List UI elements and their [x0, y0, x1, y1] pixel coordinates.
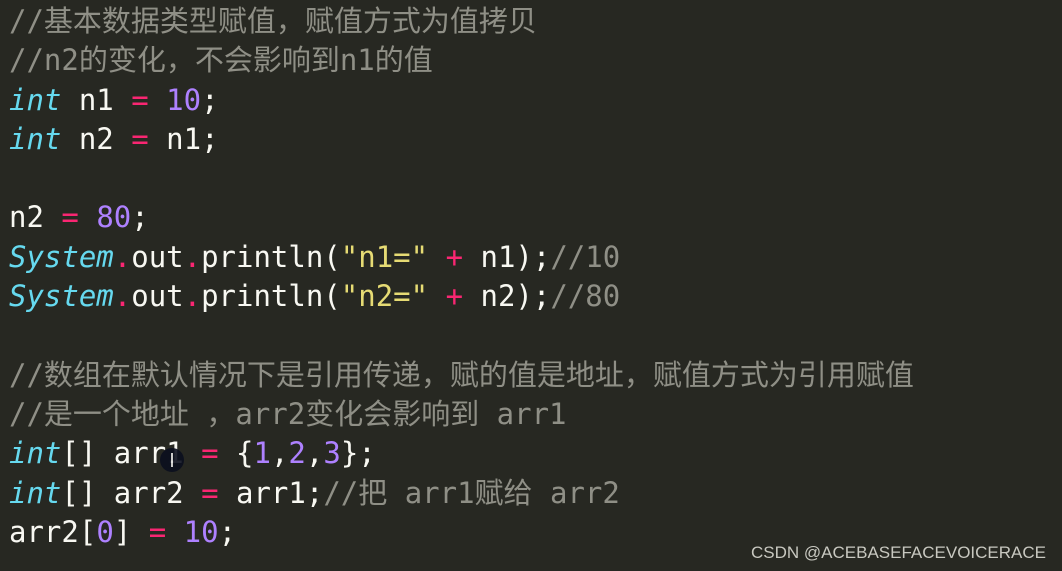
token-code-text: [79, 200, 96, 234]
token-keyword: int: [9, 475, 62, 510]
token-code-text: n1: [61, 82, 132, 117]
token-code-text: out: [131, 239, 184, 274]
token-operator: .: [183, 279, 202, 314]
token-code-text: [149, 83, 166, 117]
token-number: 1: [253, 436, 271, 471]
token-number: 2: [288, 436, 306, 471]
token-code-text: println(: [201, 239, 341, 274]
code-line[interactable]: System.out.println("n2=" + n2);//80: [9, 277, 914, 316]
token-operator: =: [148, 514, 167, 549]
token-number: 10: [183, 514, 219, 549]
token-string: "n2=": [340, 279, 429, 314]
token-code-text: n2);: [463, 279, 551, 314]
token-code-text: println(: [201, 279, 341, 314]
token-comment: //数组在默认情况下是引用传递，赋的值是地址，赋值方式为引用赋值: [9, 357, 914, 392]
token-operator: =: [201, 475, 219, 510]
token-keyword: System: [9, 239, 114, 274]
code-line[interactable]: int[] arr2 = arr1;//把 arr1赋给 arr2: [9, 474, 914, 513]
token-code-text: ,: [270, 436, 289, 471]
token-operator: +: [445, 279, 464, 314]
mouse-cursor-icon: [160, 448, 184, 472]
code-line[interactable]: int n2 = n1;: [9, 120, 914, 159]
token-operator: =: [131, 82, 149, 117]
token-keyword: int: [9, 436, 62, 471]
token-number: 10: [166, 82, 202, 117]
token-code-text: n1);: [463, 239, 551, 274]
token-keyword: System: [9, 279, 114, 314]
token-operator: .: [113, 239, 132, 274]
code-line[interactable]: //基本数据类型赋值，赋值方式为值拷贝: [9, 2, 914, 41]
token-keyword: int: [9, 82, 62, 117]
token-number: 80: [96, 200, 132, 235]
token-code-text: ;: [201, 82, 219, 117]
token-operator: +: [445, 239, 464, 274]
watermark: CSDN @ACEBASEFACEVOICERACE: [751, 543, 1046, 562]
token-operator: .: [183, 239, 202, 274]
code-line[interactable]: [9, 316, 914, 355]
token-code-text: ,: [305, 436, 324, 471]
code-line[interactable]: int[] arr1 = {1,2,3};: [9, 434, 914, 473]
token-comment: //是一个地址 ，arr2变化会影响到 arr1: [9, 396, 567, 431]
token-operator: =: [131, 121, 149, 156]
token-operator: .: [113, 279, 132, 314]
code-line[interactable]: //是一个地址 ，arr2变化会影响到 arr1: [9, 395, 914, 434]
code-line[interactable]: int n1 = 10;: [9, 81, 914, 120]
token-comment: //n2的变化，不会影响到n1的值: [9, 43, 433, 78]
token-code-text: arr2[: [9, 514, 97, 549]
token-comment: //把 arr1赋给 arr2: [323, 475, 620, 510]
token-code-text: n1;: [148, 121, 219, 156]
token-comment: //80: [550, 279, 621, 314]
token-operator: =: [61, 200, 79, 235]
token-code-text: arr1;: [218, 475, 324, 510]
token-code-text: n2: [61, 121, 132, 156]
token-comment: //10: [550, 239, 621, 274]
token-code-text: };: [340, 436, 376, 471]
token-code-text: ;: [218, 514, 237, 549]
token-keyword: int: [9, 121, 62, 156]
code-line[interactable]: [9, 159, 914, 198]
code-line[interactable]: //数组在默认情况下是引用传递，赋的值是地址，赋值方式为引用赋值: [9, 356, 914, 395]
token-comment: //基本数据类型赋值，赋值方式为值拷贝: [9, 4, 537, 38]
token-string: "n1=": [340, 239, 429, 274]
code-line[interactable]: //n2的变化，不会影响到n1的值: [9, 41, 914, 80]
token-code-text: n2: [9, 200, 62, 235]
token-code-text: out: [131, 279, 184, 314]
token-code-text: ;: [131, 200, 149, 235]
token-number: 3: [323, 436, 341, 471]
token-code-text: {: [218, 436, 254, 471]
code-line[interactable]: n2 = 80;: [9, 198, 914, 237]
token-code-text: [] arr2: [61, 475, 202, 510]
token-code-text: [428, 279, 445, 313]
code-editor[interactable]: //基本数据类型赋值，赋值方式为值拷贝//n2的变化，不会影响到n1的值 int …: [9, 2, 914, 552]
code-line[interactable]: System.out.println("n1=" + n1);//10: [9, 238, 914, 277]
token-code-text: ]: [113, 514, 149, 549]
token-number: 0: [96, 514, 114, 549]
token-code-text: [166, 515, 183, 549]
token-operator: =: [201, 436, 219, 471]
token-code-text: [428, 240, 445, 274]
